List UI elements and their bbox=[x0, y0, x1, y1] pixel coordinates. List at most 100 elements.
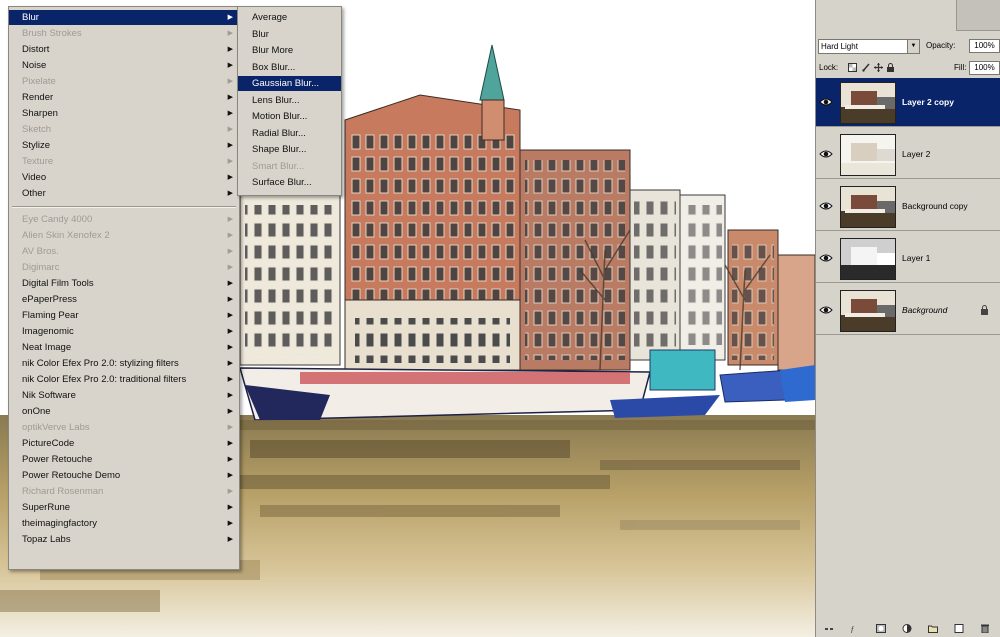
layer-row-layer-1[interactable]: Layer 1 bbox=[816, 234, 1000, 283]
lock-label: Lock: bbox=[819, 63, 839, 72]
submenu-arrow-icon: ▶ bbox=[227, 232, 233, 239]
blur-menu-item-shape-blur[interactable]: Shape Blur... bbox=[238, 142, 341, 157]
visibility-eye-icon[interactable] bbox=[819, 199, 833, 213]
submenu-arrow-icon: ▶ bbox=[227, 216, 233, 223]
blur-menu-item-average[interactable]: Average bbox=[238, 10, 341, 25]
menu-item-label: Power Retouche Demo bbox=[22, 470, 121, 481]
blur-menu-item-surface-blur[interactable]: Surface Blur... bbox=[238, 175, 341, 190]
filter-menu-item-stylize[interactable]: Stylize ▶ bbox=[9, 138, 239, 153]
menu-separator bbox=[12, 206, 236, 208]
filter-menu-item-nik-color-efex-pro-2-0-stylizing-filters[interactable]: nik Color Efex Pro 2.0: stylizing filter… bbox=[9, 356, 239, 371]
filter-menu-item-nik-color-efex-pro-2-0-traditional-filters[interactable]: nik Color Efex Pro 2.0: traditional filt… bbox=[9, 372, 239, 387]
filter-menu-item-superrune[interactable]: SuperRune ▶ bbox=[9, 500, 239, 515]
filter-menu-item-picturecode[interactable]: PictureCode ▶ bbox=[9, 436, 239, 451]
menu-item-label: Imagenomic bbox=[22, 326, 74, 337]
filter-menu: Blur ▶ Brush Strokes ▶ Distort ▶ Noise ▶ Pixelat… bbox=[8, 6, 240, 570]
blur-menu-item-radial-blur[interactable]: Radial Blur... bbox=[238, 126, 341, 141]
visibility-eye-icon[interactable] bbox=[819, 147, 833, 161]
submenu-arrow-icon: ▶ bbox=[227, 280, 233, 287]
filter-menu-item-digital-film-tools[interactable]: Digital Film Tools ▶ bbox=[9, 276, 239, 291]
submenu-arrow-icon: ▶ bbox=[227, 94, 233, 101]
menu-item-label: Neat Image bbox=[22, 342, 72, 353]
menu-item-label: Richard Rosenman bbox=[22, 486, 104, 497]
adjustment-layer-icon[interactable] bbox=[902, 624, 912, 633]
filter-menu-item-optikverve-labs[interactable]: optikVerve Labs ▶ bbox=[9, 420, 239, 435]
menu-item-label: Pixelate bbox=[22, 76, 56, 87]
blur-menu-item-lens-blur[interactable]: Lens Blur... bbox=[238, 93, 341, 108]
menu-item-label: PictureCode bbox=[22, 438, 75, 449]
submenu-arrow-icon: ▶ bbox=[227, 174, 233, 181]
menu-item-label: Nik Software bbox=[22, 390, 76, 401]
visibility-eye-icon[interactable] bbox=[819, 95, 833, 109]
filter-menu-item-power-retouche-demo[interactable]: Power Retouche Demo ▶ bbox=[9, 468, 239, 483]
filter-menu-item-texture[interactable]: Texture ▶ bbox=[9, 154, 239, 169]
blur-menu-item-motion-blur[interactable]: Motion Blur... bbox=[238, 109, 341, 124]
menu-item-label: Surface Blur... bbox=[252, 177, 312, 188]
blur-menu-item-smart-blur[interactable]: Smart Blur... bbox=[238, 159, 341, 174]
blur-menu-item-blur-more[interactable]: Blur More bbox=[238, 43, 341, 58]
lock-pixels-brush-icon[interactable] bbox=[862, 63, 871, 72]
layer-name: Layer 2 bbox=[902, 149, 931, 159]
lock-icon bbox=[980, 305, 989, 318]
chevron-down-icon: ▼ bbox=[907, 40, 919, 53]
menu-item-label: Motion Blur... bbox=[252, 111, 308, 122]
lock-transparent-icon[interactable] bbox=[848, 63, 857, 72]
menu-item-label: Stylize bbox=[22, 140, 50, 151]
filter-menu-item-richard-rosenman[interactable]: Richard Rosenman ▶ bbox=[9, 484, 239, 499]
panel-tab[interactable] bbox=[956, 0, 1000, 31]
submenu-arrow-icon: ▶ bbox=[227, 520, 233, 527]
layer-name: Background bbox=[902, 305, 948, 315]
filter-menu-item-flaming-pear[interactable]: Flaming Pear ▶ bbox=[9, 308, 239, 323]
lock-position-move-icon[interactable] bbox=[874, 63, 883, 72]
filter-menu-item-sharpen[interactable]: Sharpen ▶ bbox=[9, 106, 239, 121]
new-group-icon[interactable] bbox=[928, 624, 938, 633]
filter-menu-item-neat-image[interactable]: Neat Image ▶ bbox=[9, 340, 239, 355]
layer-row-layer-2-copy[interactable]: Layer 2 copy bbox=[816, 78, 1000, 127]
filter-menu-item-other[interactable]: Other ▶ bbox=[9, 186, 239, 201]
filter-menu-item-alien-skin-xenofex-2[interactable]: Alien Skin Xenofex 2 ▶ bbox=[9, 228, 239, 243]
filter-menu-item-onone[interactable]: onOne ▶ bbox=[9, 404, 239, 419]
submenu-arrow-icon: ▶ bbox=[227, 126, 233, 133]
filter-menu-item-blur[interactable]: Blur ▶ bbox=[9, 10, 239, 25]
visibility-eye-icon[interactable] bbox=[819, 251, 833, 265]
submenu-arrow-icon: ▶ bbox=[227, 408, 233, 415]
blend-mode-select[interactable]: Hard Light ▼ bbox=[818, 39, 920, 54]
layer-row-layer-2[interactable]: Layer 2 bbox=[816, 130, 1000, 179]
layer-mask-icon[interactable] bbox=[876, 624, 886, 633]
filter-menu-item-nik-software[interactable]: Nik Software ▶ bbox=[9, 388, 239, 403]
new-layer-icon[interactable] bbox=[954, 624, 964, 633]
blur-menu-item-box-blur[interactable]: Box Blur... bbox=[238, 60, 341, 75]
layer-name: Layer 1 bbox=[902, 253, 931, 263]
filter-menu-item-imagenomic[interactable]: Imagenomic ▶ bbox=[9, 324, 239, 339]
layer-name: Layer 2 copy bbox=[902, 97, 954, 107]
submenu-arrow-icon: ▶ bbox=[227, 110, 233, 117]
blur-menu-item-gaussian-blur[interactable]: Gaussian Blur... bbox=[238, 76, 341, 91]
visibility-eye-icon[interactable] bbox=[819, 303, 833, 317]
fill-field[interactable]: 100% bbox=[969, 61, 1000, 75]
filter-menu-item-digimarc[interactable]: Digimarc ▶ bbox=[9, 260, 239, 275]
lock-all-icon[interactable] bbox=[886, 63, 895, 72]
layer-row-background[interactable]: Background bbox=[816, 286, 1000, 335]
filter-menu-item-sketch[interactable]: Sketch ▶ bbox=[9, 122, 239, 137]
filter-menu-item-brush-strokes[interactable]: Brush Strokes ▶ bbox=[9, 26, 239, 41]
filter-menu-item-av-bros[interactable]: AV Bros. ▶ bbox=[9, 244, 239, 259]
filter-menu-item-eye-candy-4000[interactable]: Eye Candy 4000 ▶ bbox=[9, 212, 239, 227]
filter-menu-item-epaperpress[interactable]: ePaperPress ▶ bbox=[9, 292, 239, 307]
filter-menu-item-topaz-labs[interactable]: Topaz Labs ▶ bbox=[9, 532, 239, 547]
blur-menu-item-blur[interactable]: Blur bbox=[238, 27, 341, 42]
filter-menu-item-video[interactable]: Video ▶ bbox=[9, 170, 239, 185]
link-layers-icon[interactable] bbox=[824, 624, 834, 633]
menu-item-label: SuperRune bbox=[22, 502, 71, 513]
opacity-field[interactable]: 100% bbox=[969, 39, 1000, 53]
filter-menu-item-pixelate[interactable]: Pixelate ▶ bbox=[9, 74, 239, 89]
layer-row-background-copy[interactable]: Background copy bbox=[816, 182, 1000, 231]
menu-item-label: AV Bros. bbox=[22, 246, 59, 257]
filter-menu-item-power-retouche[interactable]: Power Retouche ▶ bbox=[9, 452, 239, 467]
trash-icon[interactable] bbox=[980, 624, 990, 634]
submenu-arrow-icon: ▶ bbox=[227, 142, 233, 149]
filter-menu-item-render[interactable]: Render ▶ bbox=[9, 90, 239, 105]
filter-menu-item-distort[interactable]: Distort ▶ bbox=[9, 42, 239, 57]
layer-style-icon[interactable]: f bbox=[850, 624, 860, 634]
filter-menu-item-theimagingfactory[interactable]: theimagingfactory ▶ bbox=[9, 516, 239, 531]
filter-menu-item-noise[interactable]: Noise ▶ bbox=[9, 58, 239, 73]
